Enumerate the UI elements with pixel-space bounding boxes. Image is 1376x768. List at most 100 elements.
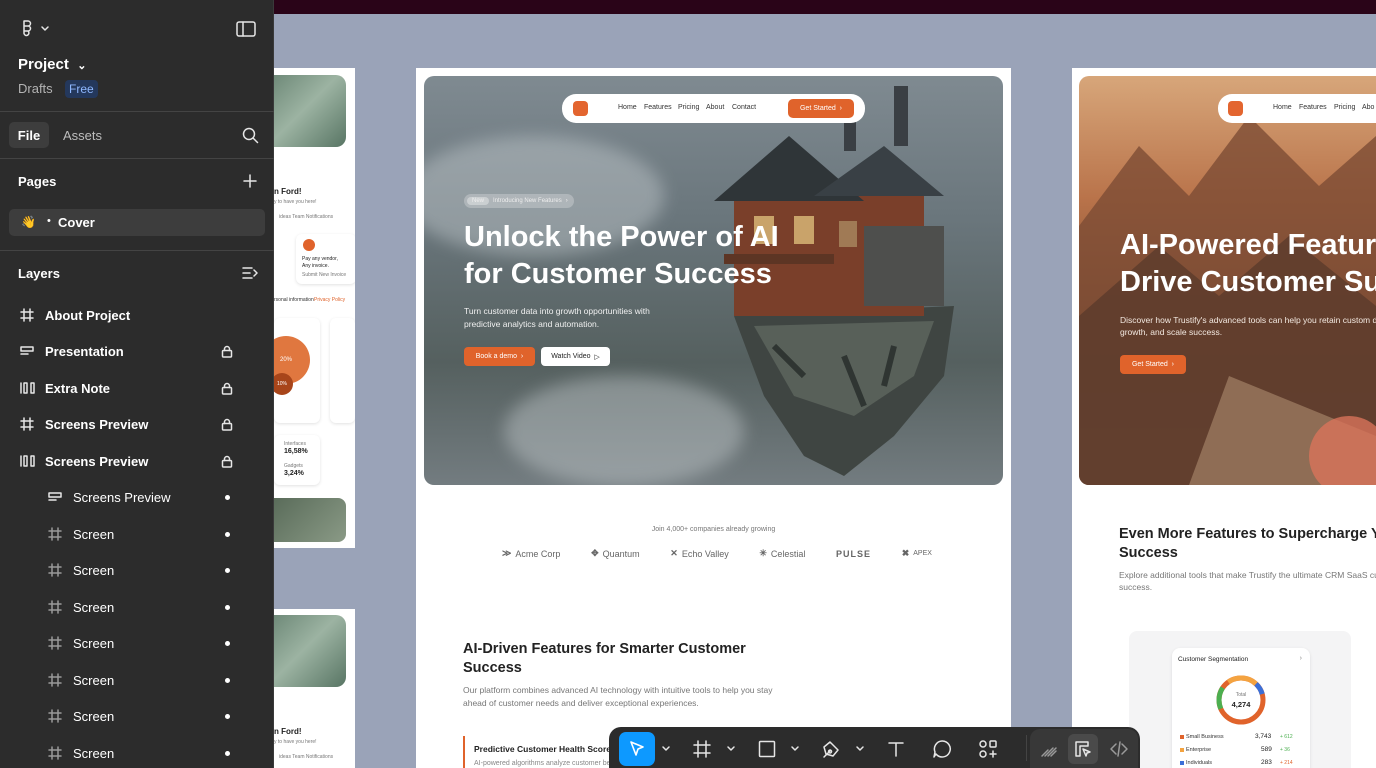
mini-greeting-sub-2: y to have you here! <box>274 739 317 745</box>
layer-screens-preview-child[interactable]: Screens Preview <box>0 480 274 514</box>
layer-label: Screen <box>73 527 115 542</box>
screen-frame-left-2[interactable]: n Ford! y to have you here! ideas Team N… <box>274 609 355 768</box>
layer-label: Screen <box>73 636 115 651</box>
nav-link-pricing[interactable]: Pricing <box>678 104 699 111</box>
layer-screens-preview-frame[interactable]: Screens Preview <box>0 407 274 441</box>
dev-mode-button[interactable] <box>1104 734 1134 764</box>
status-dot <box>225 568 230 573</box>
mini-greeting: n Ford! <box>274 187 302 196</box>
canvas-top-strip <box>274 0 1376 20</box>
mini-stat1-label: Interfaces <box>284 441 306 447</box>
comment-tool-button[interactable] <box>927 734 957 764</box>
brand-logos: ≫ Acme Corp ✥ Quantum ✕ Echo Valley ✳ Celest… <box>502 548 932 559</box>
book-demo-button[interactable]: Book a demo › <box>464 347 535 366</box>
lock-icon[interactable] <box>221 345 233 358</box>
screen-frame-left-1[interactable]: n Ford! y to have you here! ideas Team N… <box>274 68 355 548</box>
brand-celestial: ✳ Celestial <box>759 548 806 559</box>
status-dot <box>225 641 230 646</box>
mini-vendor-link: Submit New Invoice <box>302 272 347 278</box>
chevron-right-icon[interactable]: › <box>1300 655 1302 662</box>
nav-link-home[interactable]: Home <box>618 104 637 111</box>
nav-link-features[interactable]: Features <box>644 104 672 111</box>
tab-file[interactable]: File <box>9 122 49 148</box>
layer-label: Screens Preview <box>45 417 149 432</box>
move-tool-button[interactable] <box>619 732 655 766</box>
section-icon <box>48 492 62 501</box>
tab-assets[interactable]: Assets <box>63 128 102 143</box>
layer-presentation[interactable]: Presentation <box>0 334 274 368</box>
toggle-sidebar-icon[interactable] <box>236 20 256 38</box>
layer-screen[interactable]: Screen <box>0 736 274 768</box>
nav-link-about[interactable]: Abo <box>1362 104 1374 111</box>
screen-frame-right[interactable]: Home Features Pricing Abo AI-Powered Fea… <box>1072 68 1376 768</box>
layer-screen[interactable]: Screen <box>0 553 274 587</box>
chevron-down-icon[interactable] <box>661 745 671 753</box>
page-bullet: • <box>47 215 51 227</box>
pen-tool-button[interactable] <box>816 734 846 764</box>
nav-cta-label: Get Started <box>799 105 836 112</box>
mini-axis-card <box>330 318 355 423</box>
new-badge: New <box>467 197 490 205</box>
mini-hero-image-2 <box>274 615 346 687</box>
nav-link-features[interactable]: Features <box>1299 104 1327 111</box>
nav-link-contact[interactable]: Contact <box>732 104 756 111</box>
rectangle-tool-button[interactable] <box>752 734 782 764</box>
right-get-started-button[interactable]: Get Started › <box>1120 355 1186 374</box>
watch-video-label: Watch Video <box>551 353 591 360</box>
layer-extra-note[interactable]: Extra Note <box>0 371 274 405</box>
frame-top-band <box>274 0 1376 14</box>
frame-icon <box>48 527 62 541</box>
layer-screen[interactable]: Screen <box>0 626 274 660</box>
watch-video-button[interactable]: Watch Video ▷ <box>541 347 610 366</box>
lock-icon[interactable] <box>221 382 233 395</box>
chevron-right-icon: › <box>520 353 524 360</box>
mini-vendor-logo <box>303 239 315 251</box>
legend-swatch <box>1180 735 1184 739</box>
nav-link-pricing[interactable]: Pricing <box>1334 104 1355 111</box>
frame-icon <box>48 673 62 687</box>
frame-tool-button[interactable] <box>687 734 717 764</box>
nav-get-started-button[interactable]: Get Started › <box>788 99 854 118</box>
mini-stat2-value: 3,24% <box>284 470 304 477</box>
design-icon <box>1075 741 1091 757</box>
draw-mode-button[interactable] <box>1034 734 1064 764</box>
chevron-right-icon: › <box>1171 361 1175 368</box>
layer-label: Screens Preview <box>73 490 171 505</box>
nav-link-home[interactable]: Home <box>1273 104 1292 111</box>
divider <box>0 158 274 159</box>
search-icon[interactable] <box>242 127 259 144</box>
actions-tool-button[interactable] <box>973 734 1003 764</box>
cursor-icon <box>630 741 644 756</box>
lock-icon[interactable] <box>221 455 233 468</box>
main-menu-icon[interactable] <box>20 19 50 39</box>
columns-icon <box>20 455 35 467</box>
text-tool-button[interactable] <box>881 734 911 764</box>
screen-frame-main[interactable]: Home Features Pricing About Contact Get … <box>416 68 1011 768</box>
chevron-down-icon[interactable] <box>726 745 736 753</box>
chevron-down-icon[interactable] <box>790 745 800 753</box>
layer-about-project[interactable]: About Project <box>0 298 274 332</box>
acme-logo-icon: ≫ <box>502 548 512 558</box>
project-title[interactable]: Project ⌄ <box>18 56 86 73</box>
layer-label: Screen <box>73 709 115 724</box>
divider <box>0 250 274 251</box>
page-item-cover[interactable]: 👋 • Cover <box>9 209 265 236</box>
chevron-down-icon: ⌄ <box>77 60 87 72</box>
chevron-right-icon: › <box>839 105 843 112</box>
layer-screen[interactable]: Screen <box>0 517 274 551</box>
drafts-label[interactable]: Drafts <box>18 81 53 96</box>
layer-screen[interactable]: Screen <box>0 590 274 624</box>
nav-link-about[interactable]: About <box>706 104 724 111</box>
add-page-icon[interactable] <box>242 173 258 189</box>
layer-screen[interactable]: Screen <box>0 699 274 733</box>
announcement-pill[interactable]: New Introducing New Features › <box>464 194 574 208</box>
design-mode-button[interactable] <box>1068 734 1098 764</box>
frame-icon <box>20 308 34 322</box>
lock-icon[interactable] <box>221 418 233 431</box>
apex-logo-icon: ✖ <box>901 548 910 558</box>
page-label: Cover <box>58 215 95 230</box>
collapse-layers-icon[interactable] <box>242 266 259 281</box>
chevron-down-icon[interactable] <box>855 745 865 753</box>
layer-screens-preview-group[interactable]: Screens Preview <box>0 444 274 478</box>
layer-screen[interactable]: Screen <box>0 663 274 697</box>
